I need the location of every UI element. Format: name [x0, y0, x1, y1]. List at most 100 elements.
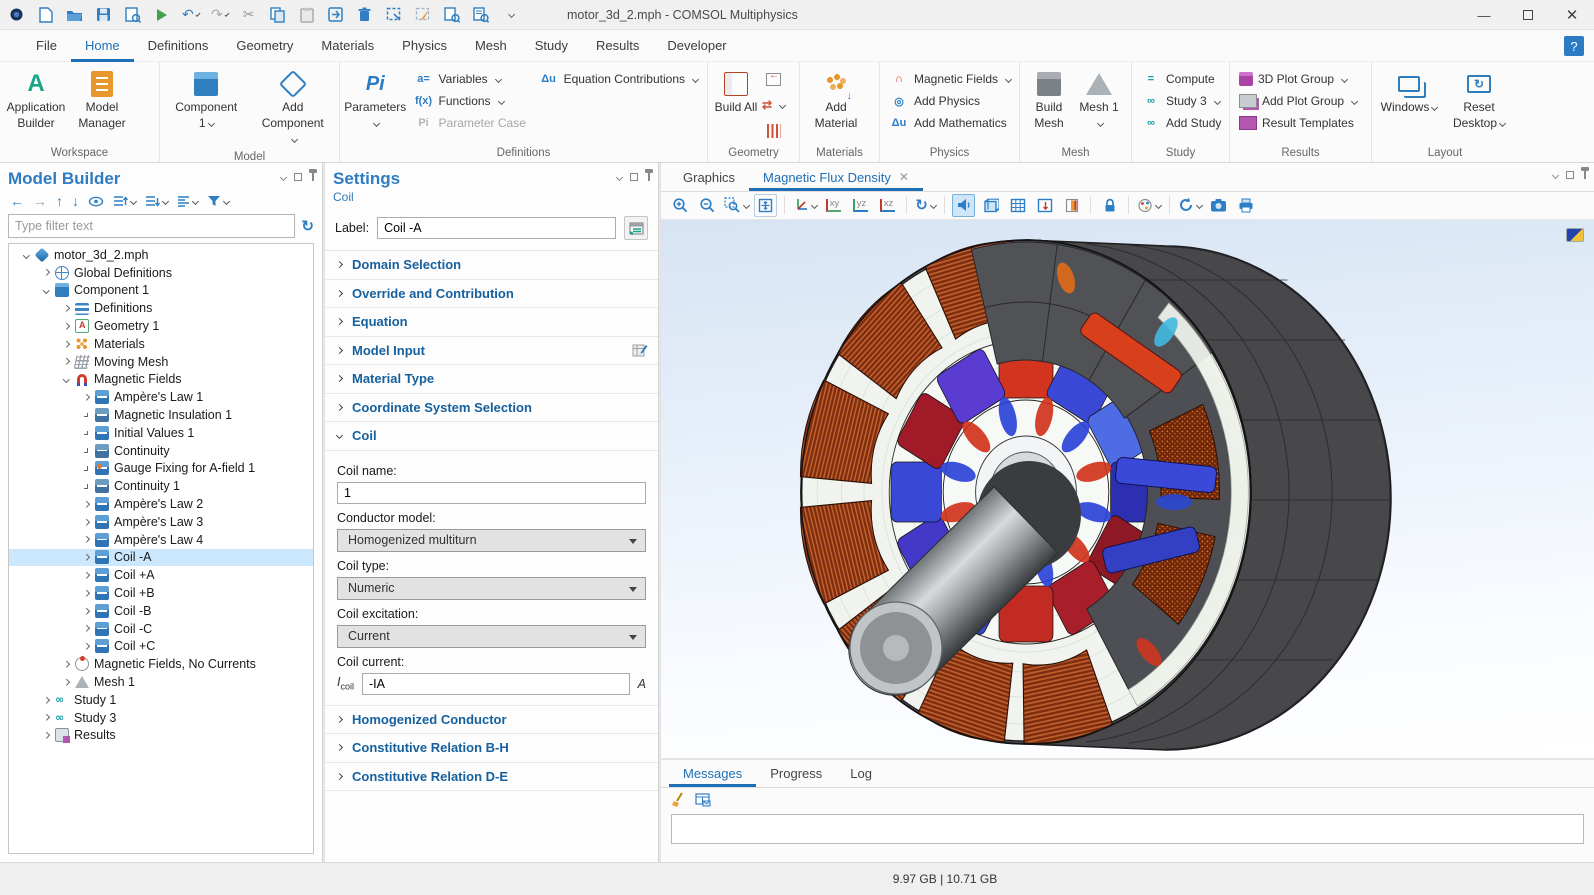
- zoom-out-icon[interactable]: [696, 194, 719, 217]
- tree-expand-icon[interactable]: [79, 609, 93, 614]
- tree-expand-icon[interactable]: [79, 537, 93, 542]
- tree-item[interactable]: Materials: [9, 335, 313, 353]
- tree-expand-icon[interactable]: [79, 484, 93, 489]
- toolbar-more-icon[interactable]: [501, 6, 518, 23]
- section-homogenized-conductor[interactable]: Homogenized Conductor: [325, 706, 658, 735]
- tree-expand-icon[interactable]: [59, 680, 73, 685]
- rotate-icon[interactable]: ↻: [914, 194, 937, 217]
- tree-item[interactable]: Ampère's Law 4: [9, 531, 313, 549]
- mesh1-button[interactable]: Mesh 1: [1075, 65, 1123, 134]
- menu-item[interactable]: Physics: [388, 30, 461, 62]
- grid-icon[interactable]: [1006, 194, 1029, 217]
- tree-item[interactable]: Study 3: [9, 709, 313, 727]
- tree-expand-icon[interactable]: [59, 662, 73, 667]
- tree-expand-icon[interactable]: [39, 270, 53, 275]
- filter-input[interactable]: [8, 214, 295, 238]
- view-yz-icon[interactable]: yz: [849, 194, 872, 217]
- table-options-icon[interactable]: [695, 793, 711, 807]
- menu-item[interactable]: Results: [582, 30, 653, 62]
- parameters-button[interactable]: Pi Parameters: [343, 65, 408, 134]
- tree-expand-icon[interactable]: [59, 359, 73, 364]
- clear-brush-icon[interactable]: [414, 6, 431, 23]
- collapse-all-icon[interactable]: [145, 195, 168, 208]
- pin-panel-icon[interactable]: [1584, 171, 1586, 179]
- section-material-type[interactable]: Material Type: [325, 365, 658, 394]
- add-component-button[interactable]: Add Component: [260, 65, 326, 150]
- tree-expand-icon[interactable]: [59, 342, 73, 347]
- move-up-icon[interactable]: ↑: [56, 193, 63, 209]
- tree-item[interactable]: Component 1: [9, 282, 313, 300]
- functions-button[interactable]: f(x)Functions: [408, 90, 533, 112]
- tree-item[interactable]: Results: [9, 727, 313, 745]
- variables-button[interactable]: a=Variables: [408, 68, 533, 90]
- section-model-input[interactable]: Model Input: [325, 337, 658, 366]
- tree-expand-icon[interactable]: [39, 698, 53, 703]
- tree-expand-icon[interactable]: [79, 466, 93, 471]
- panel-menu-icon[interactable]: [1552, 171, 1559, 178]
- result-templates-button[interactable]: Result Templates: [1233, 112, 1363, 134]
- coil-type-select[interactable]: Numeric: [337, 577, 646, 600]
- paste-icon[interactable]: [298, 6, 315, 23]
- tab-magnetic-flux-density[interactable]: Magnetic Flux Density✕: [749, 164, 923, 191]
- tree-item[interactable]: Definitions: [9, 299, 313, 317]
- coil-name-input[interactable]: [337, 482, 646, 504]
- build-mesh-button[interactable]: Build Mesh: [1023, 65, 1075, 134]
- section-constitutive-bh[interactable]: Constitutive Relation B-H: [325, 734, 658, 763]
- panel-menu-icon[interactable]: [616, 173, 623, 180]
- reset-desktop-button[interactable]: ↻ Reset Desktop: [1446, 65, 1512, 134]
- menu-item[interactable]: Study: [521, 30, 582, 62]
- tree-item[interactable]: Geometry 1: [9, 317, 313, 335]
- panel-menu-icon[interactable]: [280, 173, 287, 180]
- tree-expand-icon[interactable]: [79, 502, 93, 507]
- cut-icon[interactable]: ✂: [240, 6, 257, 23]
- tree-expand-icon[interactable]: [59, 306, 73, 311]
- pin-panel-icon[interactable]: [312, 173, 314, 181]
- redo-icon[interactable]: ↷: [211, 6, 228, 23]
- conductor-model-select[interactable]: Homogenized multiturn: [337, 529, 646, 552]
- clipping-icon[interactable]: [1060, 194, 1083, 217]
- tree-item[interactable]: Magnetic Fields, No Currents: [9, 655, 313, 673]
- menu-item[interactable]: Developer: [653, 30, 740, 62]
- open-file-icon[interactable]: [66, 6, 83, 23]
- coil-current-input[interactable]: [362, 673, 630, 695]
- tree-item[interactable]: Coil -A: [9, 549, 313, 567]
- zoom-box-icon[interactable]: [723, 194, 750, 217]
- pin-panel-icon[interactable]: [648, 173, 650, 181]
- application-builder-button[interactable]: A Application Builder: [3, 65, 69, 134]
- compute-button[interactable]: =Compute: [1135, 68, 1227, 90]
- section-domain-selection[interactable]: Domain Selection: [325, 251, 658, 280]
- color-palette-icon[interactable]: [1136, 194, 1162, 217]
- 3d-plot-group-button[interactable]: 3D Plot Group: [1233, 68, 1363, 90]
- tree-item[interactable]: Global Definitions: [9, 264, 313, 282]
- equation-contributions-button[interactable]: ΔuEquation Contributions: [533, 68, 704, 90]
- tree-item[interactable]: Coil +A: [9, 566, 313, 584]
- tree-item[interactable]: motor_3d_2.mph: [9, 246, 313, 264]
- environment-icon[interactable]: [979, 194, 1002, 217]
- tree-item[interactable]: Ampère's Law 2: [9, 495, 313, 513]
- zoom-in-icon[interactable]: [669, 194, 692, 217]
- windows-button[interactable]: Windows: [1378, 65, 1440, 119]
- tree-item[interactable]: Magnetic Insulation 1: [9, 406, 313, 424]
- label-input[interactable]: [377, 217, 616, 239]
- model-manager-button[interactable]: Model Manager: [69, 65, 135, 134]
- transparency-icon[interactable]: [1033, 194, 1056, 217]
- new-file-icon[interactable]: [37, 6, 54, 23]
- virtual-operations-button[interactable]: [766, 120, 782, 142]
- add-material-button[interactable]: Add Material: [803, 65, 869, 134]
- zoom-extents-icon[interactable]: [754, 194, 777, 217]
- node-columns-icon[interactable]: [177, 195, 198, 208]
- menu-item[interactable]: File: [22, 30, 71, 62]
- section-override-contribution[interactable]: Override and Contribution: [325, 280, 658, 309]
- add-mathematics-button[interactable]: ΔuAdd Mathematics: [883, 112, 1017, 134]
- tree-item[interactable]: Coil -B: [9, 602, 313, 620]
- back-icon[interactable]: ←: [10, 193, 24, 209]
- messages-tab[interactable]: Messages: [669, 760, 756, 787]
- tree-item[interactable]: Continuity: [9, 442, 313, 460]
- show-icon[interactable]: [88, 196, 104, 207]
- close-tab-icon[interactable]: ✕: [899, 170, 909, 184]
- tree-expand-icon[interactable]: [79, 431, 93, 436]
- update-geometry-button[interactable]: ⇄: [761, 94, 786, 116]
- tree-item[interactable]: Initial Values 1: [9, 424, 313, 442]
- tree-expand-icon[interactable]: [79, 644, 93, 649]
- menu-item[interactable]: Definitions: [134, 30, 223, 62]
